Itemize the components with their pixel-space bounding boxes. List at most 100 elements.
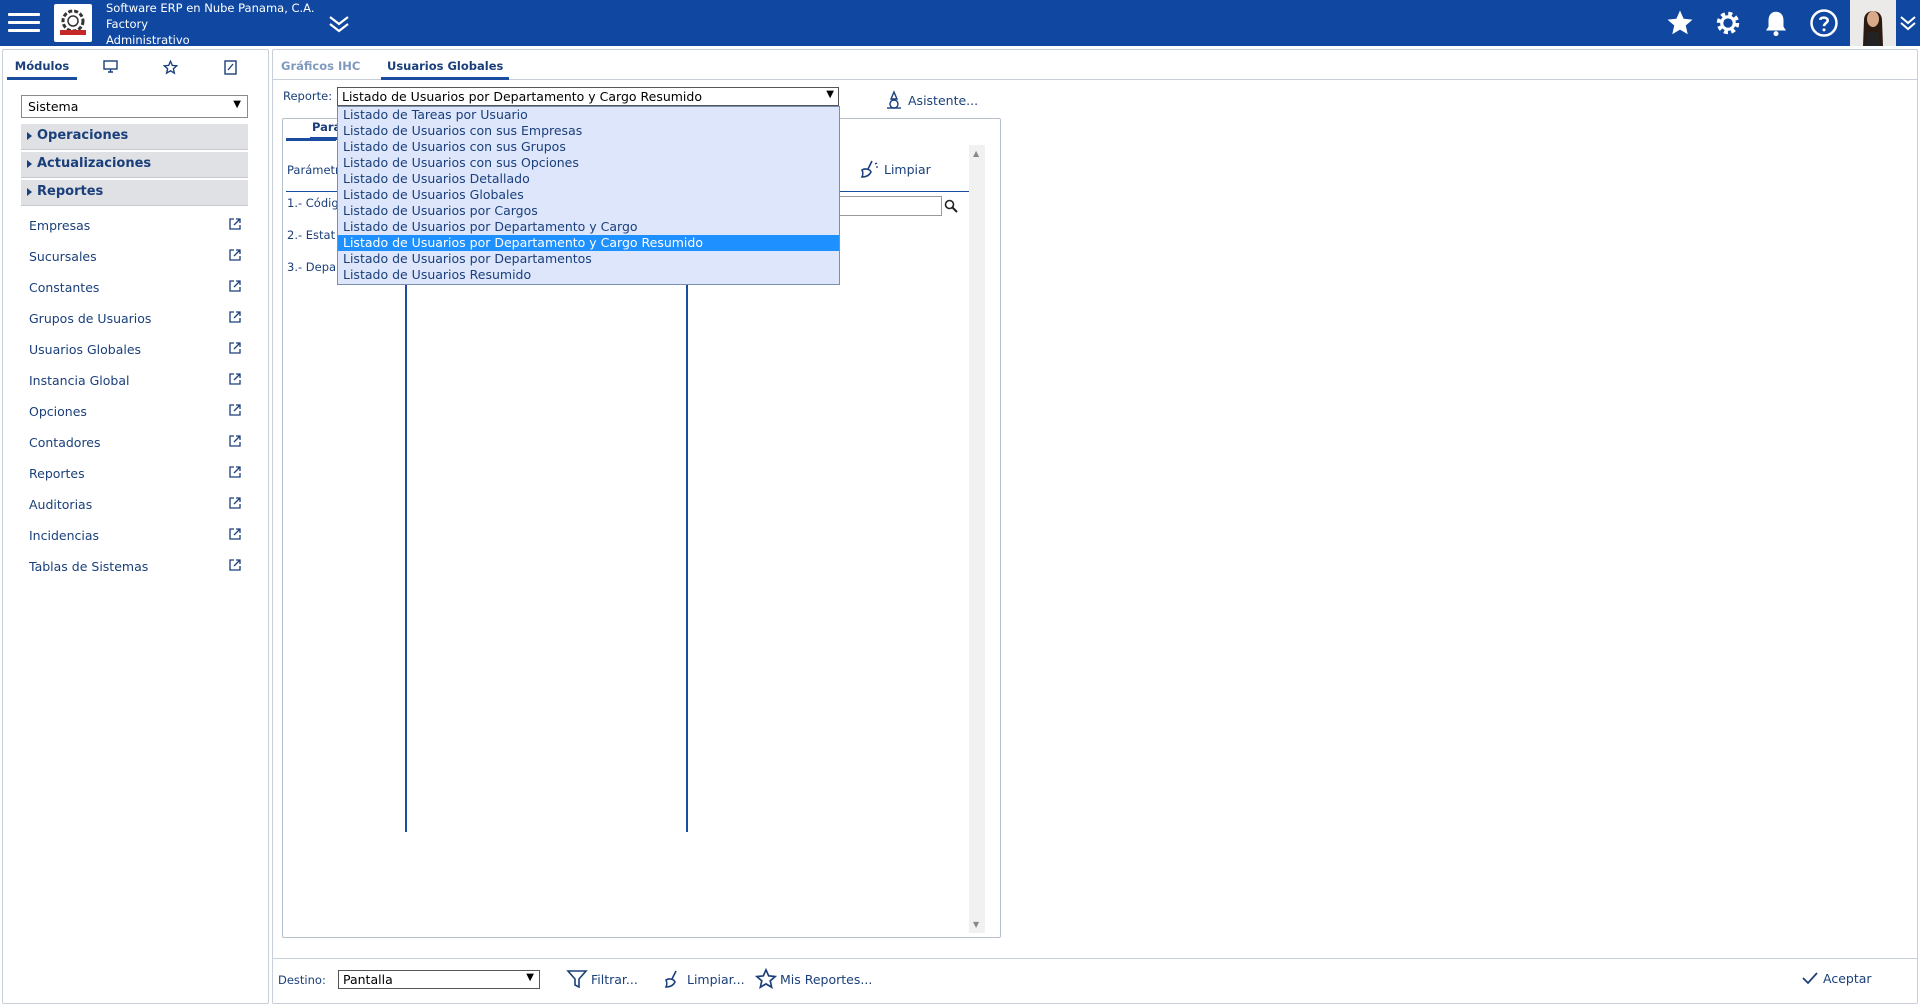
caret-right-icon bbox=[27, 132, 32, 140]
sidebar-item-label: Sucursales bbox=[29, 249, 97, 264]
dropdown-option[interactable]: Listado de Usuarios por Departamento y C… bbox=[338, 219, 839, 235]
aceptar-label: Aceptar bbox=[1823, 970, 1872, 986]
sidebar-item-grupos-de-usuarios[interactable]: Grupos de Usuarios bbox=[29, 311, 249, 331]
company-role: Administrativo bbox=[106, 33, 190, 47]
aceptar-button[interactable]: Aceptar bbox=[1800, 968, 1872, 988]
dropdown-option[interactable]: Listado de Usuarios con sus Grupos bbox=[338, 139, 839, 155]
dropdown-option-selected[interactable]: Listado de Usuarios por Departamento y C… bbox=[338, 235, 839, 251]
dropdown-option[interactable]: Listado de Usuarios Resumido bbox=[338, 267, 839, 283]
asistente-button[interactable]: Asistente... bbox=[884, 90, 978, 110]
sidebar-item-label: Instancia Global bbox=[29, 373, 130, 388]
dropdown-option[interactable]: Listado de Usuarios por Cargos bbox=[338, 203, 839, 219]
tab-graficos-ihc-label: Gráficos IHC bbox=[281, 59, 361, 73]
sidebar-item-label: Tablas de Sistemas bbox=[29, 559, 149, 574]
tab-documentos[interactable] bbox=[215, 54, 245, 80]
sidebar: Módulos Sistema ▼ Operaciones Actualizac… bbox=[2, 49, 269, 1004]
sidebar-item-label: Opciones bbox=[29, 404, 87, 419]
external-link-icon bbox=[229, 311, 241, 323]
broom-icon bbox=[860, 160, 878, 178]
external-link-icon bbox=[229, 280, 241, 292]
company-info: Software ERP en Nube Panama, C.A. Factor… bbox=[106, 0, 315, 48]
dropdown-option[interactable]: Listado de Usuarios Globales bbox=[338, 187, 839, 203]
menu-icon[interactable] bbox=[8, 8, 40, 38]
params-scrollbar[interactable]: ▲ ▼ bbox=[969, 145, 985, 933]
limpiar-params-button[interactable]: Limpiar bbox=[858, 158, 931, 180]
dropdown-arrow-icon: ▼ bbox=[233, 99, 241, 110]
destino-label: Destino: bbox=[278, 973, 326, 987]
limpiar-button[interactable]: Limpiar... bbox=[662, 968, 745, 990]
external-link-icon bbox=[229, 435, 241, 447]
tab-modulos[interactable]: Módulos bbox=[7, 54, 77, 80]
top-bar: Software ERP en Nube Panama, C.A. Factor… bbox=[0, 0, 1920, 48]
sidebar-item-label: Usuarios Globales bbox=[29, 342, 142, 357]
company-logo bbox=[54, 4, 92, 42]
sidebar-item-reportes[interactable]: Reportes bbox=[29, 466, 249, 486]
help-icon[interactable] bbox=[1807, 6, 1841, 40]
sidebar-item-tablas-de-sistemas[interactable]: Tablas de Sistemas bbox=[29, 559, 249, 579]
avatar[interactable] bbox=[1850, 0, 1896, 46]
checkmark-icon bbox=[1802, 972, 1818, 985]
star-icon bbox=[755, 968, 777, 989]
dropdown-option[interactable]: Listado de Usuarios Detallado bbox=[338, 171, 839, 187]
dropdown-arrow-icon: ▼ bbox=[526, 972, 534, 983]
sidebar-item-opciones[interactable]: Opciones bbox=[29, 404, 249, 424]
scroll-down-icon[interactable]: ▼ bbox=[973, 920, 979, 929]
sidebar-item-label: Incidencias bbox=[29, 528, 100, 543]
dropdown-option[interactable]: Listado de Usuarios con sus Empresas bbox=[338, 123, 839, 139]
mis-reportes-label: Mis Reportes... bbox=[780, 971, 873, 987]
chevron-down-icon[interactable] bbox=[1898, 12, 1918, 34]
search-icon[interactable] bbox=[944, 199, 958, 213]
filtrar-button[interactable]: Filtrar... bbox=[566, 968, 638, 990]
module-select[interactable]: Sistema ▼ bbox=[21, 95, 248, 118]
sidebar-item-contadores[interactable]: Contadores bbox=[29, 435, 249, 455]
monitor-icon bbox=[102, 60, 118, 73]
sidebar-item-empresas[interactable]: Empresas bbox=[29, 218, 249, 238]
sidebar-tabs: Módulos bbox=[7, 54, 265, 80]
param-departamento-label: 3.- Depa bbox=[287, 260, 337, 274]
tab-usuarios-globales[interactable]: Usuarios Globales bbox=[381, 56, 510, 80]
reporte-select[interactable]: Listado de Usuarios por Departamento y C… bbox=[337, 87, 839, 106]
sidebar-item-sucursales[interactable]: Sucursales bbox=[29, 249, 249, 269]
limpiar-label: Limpiar... bbox=[687, 971, 745, 987]
column-divider bbox=[686, 192, 688, 832]
star-icon[interactable] bbox=[1663, 6, 1697, 40]
sidebar-item-label: Grupos de Usuarios bbox=[29, 311, 152, 326]
tab-monitor[interactable] bbox=[95, 54, 125, 80]
tab-graficos-ihc[interactable]: Gráficos IHC bbox=[281, 56, 360, 80]
external-link-icon bbox=[229, 342, 241, 354]
param-codigo-input[interactable] bbox=[838, 196, 942, 216]
dropdown-option[interactable]: Listado de Usuarios por Departamentos bbox=[338, 251, 839, 267]
external-link-icon bbox=[229, 528, 241, 540]
double-chevron-down-icon[interactable] bbox=[326, 11, 352, 37]
filter-icon bbox=[566, 970, 588, 989]
tab-modulos-label: Módulos bbox=[14, 58, 70, 73]
filtrar-label: Filtrar... bbox=[591, 971, 638, 987]
external-link-icon bbox=[229, 559, 241, 571]
group-actualizaciones[interactable]: Actualizaciones bbox=[21, 152, 248, 178]
group-reportes[interactable]: Reportes bbox=[21, 180, 248, 206]
group-operaciones[interactable]: Operaciones bbox=[21, 124, 248, 150]
tab-favoritos[interactable] bbox=[155, 54, 185, 80]
external-link-icon bbox=[229, 249, 241, 261]
destino-select-value: Pantalla bbox=[343, 972, 393, 987]
sidebar-item-usuarios-globales[interactable]: Usuarios Globales bbox=[29, 342, 249, 362]
dropdown-option[interactable]: Listado de Usuarios con sus Opciones bbox=[338, 155, 839, 171]
caret-right-icon bbox=[27, 160, 32, 168]
dropdown-option[interactable]: Listado de Tareas por Usuario bbox=[338, 107, 839, 123]
tab-parametros[interactable]: Pará bbox=[310, 120, 341, 140]
main-tabs: Gráficos IHC Usuarios Globales bbox=[273, 50, 1917, 80]
reporte-label: Reporte: bbox=[283, 89, 333, 103]
sidebar-item-instancia-global[interactable]: Instancia Global bbox=[29, 373, 249, 393]
external-link-icon bbox=[229, 373, 241, 385]
module-select-value: Sistema bbox=[28, 99, 79, 114]
gear-icon[interactable] bbox=[1711, 6, 1745, 40]
sidebar-item-auditorias[interactable]: Auditorias bbox=[29, 497, 249, 517]
external-link-icon bbox=[229, 218, 241, 230]
bell-icon[interactable] bbox=[1759, 6, 1793, 40]
sidebar-item-constantes[interactable]: Constantes bbox=[29, 280, 249, 300]
destino-select[interactable]: Pantalla ▼ bbox=[338, 970, 540, 989]
scroll-up-icon[interactable]: ▲ bbox=[973, 149, 979, 158]
mis-reportes-button[interactable]: Mis Reportes... bbox=[755, 968, 872, 990]
sidebar-item-incidencias[interactable]: Incidencias bbox=[29, 528, 249, 548]
parametros-header: Parámetr bbox=[287, 163, 340, 177]
